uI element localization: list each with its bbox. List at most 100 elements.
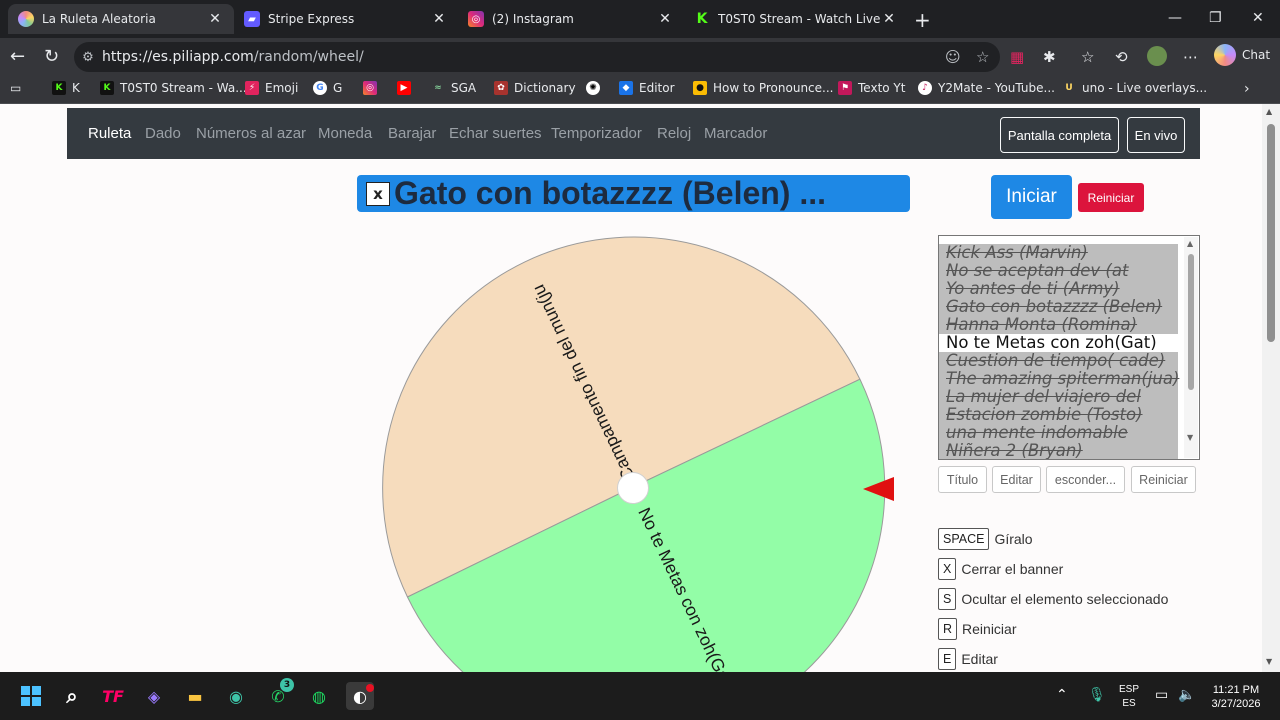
page-scroll-up-icon[interactable]: ▲	[1266, 107, 1272, 116]
nav-ruleta[interactable]: Ruleta	[88, 125, 131, 142]
bookmark-sga[interactable]: ≈ SGA	[431, 81, 476, 95]
nav-temporizador[interactable]: Temporizador	[551, 125, 642, 142]
address-bar[interactable]: ⚙ https://es.piliapp.com/random/wheel/	[74, 42, 1000, 72]
page-scrollbar[interactable]: ▲ ▼	[1262, 104, 1280, 672]
list-reset-button[interactable]: Reiniciar	[1131, 466, 1196, 493]
list-item[interactable]: Kick Ass (Marvin)	[939, 244, 1178, 262]
url-host: https://es.piliapp.com	[102, 49, 254, 65]
scroll-down-icon[interactable]: ▼	[1187, 433, 1193, 442]
whatsapp-icon[interactable]: ✆ 3	[264, 678, 294, 710]
list-item[interactable]: Gato con botazzzz (Belen)	[939, 298, 1178, 316]
bookmark-openai[interactable]: ✺	[586, 81, 606, 95]
items-textarea[interactable]: Kick Ass (Marvin) No se aceptan dev (at Yo…	[938, 235, 1200, 460]
list-item[interactable]: Cuestion de tiempo( cade)	[939, 352, 1178, 370]
close-icon[interactable]: ✕	[656, 11, 674, 27]
site-info-icon[interactable]: ⚙	[74, 50, 102, 65]
volume-icon[interactable]: 🔈	[1178, 687, 1195, 703]
textarea-scrollbar[interactable]: ▲ ▼	[1184, 237, 1198, 458]
tab-stripe[interactable]: ▰ Stripe Express ✕	[234, 4, 458, 34]
list-item[interactable]: The amazing spiterman(jua)	[939, 370, 1179, 388]
bookmark-editor[interactable]: ◆ Editor	[619, 81, 675, 95]
bookmark-tosto-stream[interactable]: K T0ST0 Stream - Wa...	[100, 81, 247, 95]
browser-tab-strip: La Ruleta Aleatoria ✕ ▰ Stripe Express ✕…	[0, 0, 1280, 38]
live-button[interactable]: En vivo	[1127, 117, 1185, 153]
textarea-scroll-thumb[interactable]	[1188, 254, 1194, 390]
page-scroll-thumb[interactable]	[1267, 124, 1275, 342]
kick-icon: K	[100, 81, 114, 95]
bookmark-how-to-pronounce[interactable]: ● How to Pronounce...	[693, 81, 833, 95]
tab-instagram[interactable]: ◎ (2) Instagram ✕	[458, 4, 684, 34]
list-item[interactable]: Estacion zombie (Tosto)	[939, 406, 1178, 424]
title-button[interactable]: Título	[938, 466, 987, 493]
close-icon[interactable]: ✕	[206, 11, 224, 27]
obs-icon[interactable]: ◐	[346, 682, 374, 710]
start-button[interactable]: Iniciar	[991, 175, 1072, 219]
favorites-icon[interactable]: ☆	[1081, 48, 1094, 66]
list-item[interactable]: una mente indomable	[939, 424, 1178, 442]
list-item[interactable]: No se aceptan dev (at	[939, 262, 1178, 280]
minimize-icon[interactable]: —	[1168, 10, 1182, 26]
bookmark-youtube[interactable]: ▶	[397, 81, 417, 95]
extension-icon[interactable]: ☺	[945, 48, 961, 66]
bookmark-star-icon[interactable]: ☆	[976, 48, 989, 66]
shortcut-space: SPACE Gíralo	[938, 528, 1033, 550]
tf-app-icon[interactable]: TF	[99, 682, 127, 710]
banner-close-button[interactable]: x	[366, 181, 390, 206]
extension-red-icon[interactable]: ▦	[1010, 48, 1024, 66]
list-item[interactable]: Hanna Monta (Romina)	[939, 316, 1178, 334]
bookmark-g[interactable]: GG	[313, 81, 342, 95]
system-clock[interactable]: 11:21 PM 3/27/2026	[1204, 683, 1268, 711]
list-item[interactable]: Niñera 2 (Bryan)	[939, 442, 1178, 459]
page-scroll-down-icon[interactable]: ▼	[1266, 657, 1272, 666]
extensions-puzzle-icon[interactable]: ✱	[1043, 48, 1056, 66]
bookmark-texto-yt[interactable]: ⚑ Texto Yt	[838, 81, 905, 95]
chat-button[interactable]: Chat	[1214, 44, 1270, 66]
tab-ruleta[interactable]: La Ruleta Aleatoria ✕	[8, 4, 234, 34]
app-diamond-icon[interactable]: ◈	[140, 682, 168, 710]
network-icon[interactable]: ▭	[1155, 687, 1168, 703]
history-icon[interactable]: ⟲	[1115, 48, 1128, 66]
nav-moneda[interactable]: Moneda	[318, 125, 372, 142]
sidebar-toggle-icon[interactable]: ▭	[10, 81, 21, 95]
list-item[interactable]: Yo antes de ti (Army)	[939, 280, 1178, 298]
bookmark-instagram[interactable]: ◎	[363, 81, 383, 95]
nav-barajar[interactable]: Barajar	[388, 125, 436, 142]
nav-numeros-al-azar[interactable]: Números al azar	[196, 125, 306, 142]
language-indicator[interactable]: ESP ES	[1117, 683, 1141, 711]
microphone-icon[interactable]: 🎙	[1088, 687, 1106, 703]
window-close-icon[interactable]: ✕	[1252, 10, 1264, 26]
close-icon[interactable]: ✕	[430, 11, 448, 27]
scroll-up-icon[interactable]: ▲	[1187, 239, 1193, 248]
back-icon[interactable]: ←	[10, 46, 25, 67]
nav-marcador[interactable]: Marcador	[704, 125, 767, 142]
search-icon[interactable]: ⌕	[58, 682, 86, 710]
spotify-icon[interactable]: ◍	[305, 682, 333, 710]
nav-dado[interactable]: Dado	[145, 125, 181, 142]
restore-icon[interactable]: ❐	[1209, 10, 1222, 26]
bookmark-k[interactable]: KK	[52, 81, 80, 95]
close-icon[interactable]: ✕	[880, 11, 898, 27]
new-tab-icon[interactable]: +	[914, 8, 931, 32]
reset-button[interactable]: Reiniciar	[1078, 183, 1144, 212]
bookmark-dictionary[interactable]: ✿ Dictionary	[494, 81, 576, 95]
bookmark-y2mate[interactable]: ♪ Y2Mate - YouTube...	[918, 81, 1055, 95]
edit-button[interactable]: Editar	[992, 466, 1041, 493]
file-explorer-icon[interactable]: ▬	[181, 682, 209, 710]
list-item[interactable]: No te Metas con zoh(Gat)	[939, 334, 1199, 352]
nav-reloj[interactable]: Reloj	[657, 125, 691, 142]
bookmark-emoji[interactable]: ⚡ Emoji	[245, 81, 298, 95]
menu-icon[interactable]: ⋯	[1183, 48, 1198, 66]
bookmark-uno[interactable]: Uuno - Live overlays...	[1062, 81, 1207, 95]
reload-icon[interactable]: ↻	[44, 46, 59, 67]
more-bookmarks-icon[interactable]: ›	[1244, 81, 1250, 97]
tab-kick[interactable]: K T0ST0 Stream - Watch Live on Kick ✕	[684, 4, 908, 34]
fullscreen-button[interactable]: Pantalla completa	[1000, 117, 1119, 153]
windows-start-icon[interactable]	[17, 682, 45, 710]
list-item[interactable]: La mujer del viajero del	[939, 388, 1178, 406]
spin-wheel[interactable]: Campamento fin del mun(ju No te Metas co…	[378, 232, 898, 672]
profile-avatar[interactable]	[1147, 46, 1167, 66]
hide-button[interactable]: esconder...	[1046, 466, 1125, 493]
tray-overflow-icon[interactable]: ⌃	[1056, 687, 1068, 703]
edge-icon[interactable]: ◉	[222, 682, 250, 710]
nav-echar-suertes[interactable]: Echar suertes	[449, 125, 542, 142]
